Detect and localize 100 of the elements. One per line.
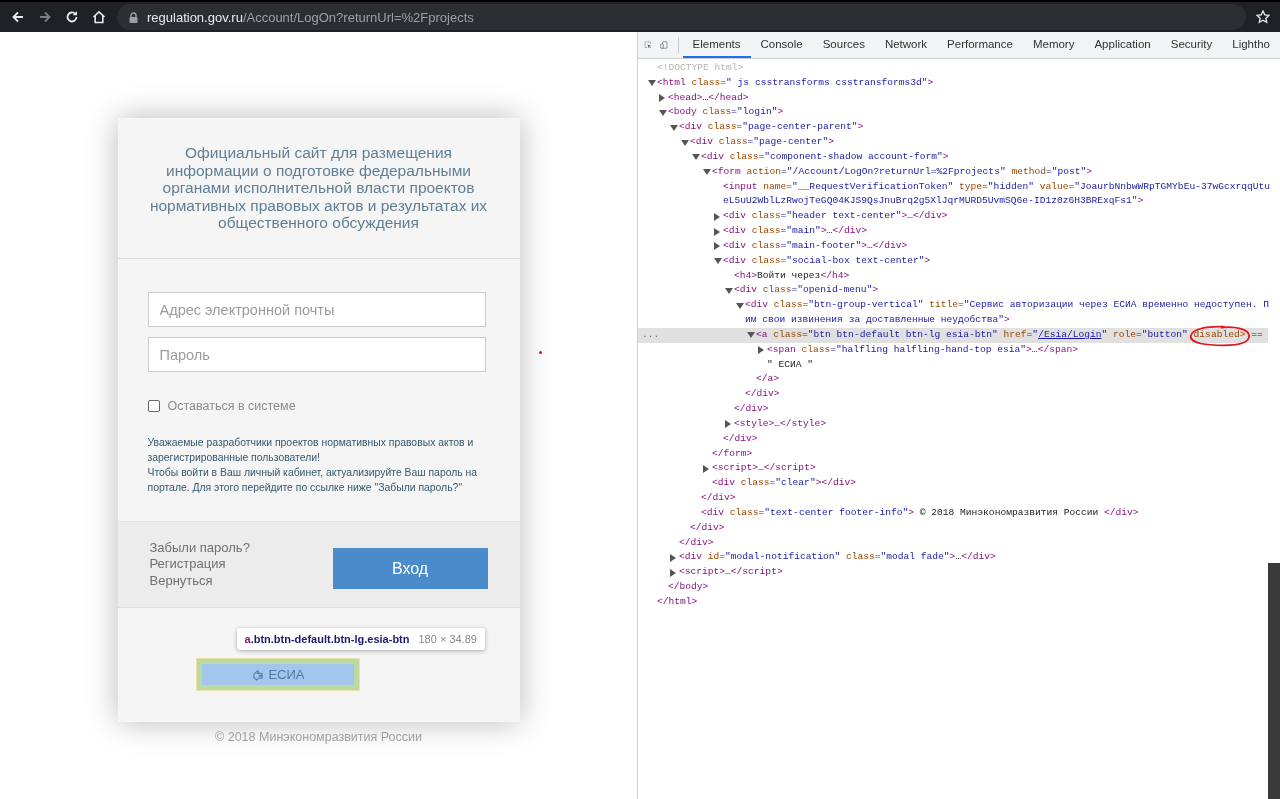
dom-row[interactable]: <div id="modal-notification" class="modal fade">…</div> [638,550,1268,566]
hand-icon [251,668,265,681]
dom-row[interactable]: <div class="main-footer">…</div> [638,238,1268,254]
code-line: " ЕСИА " [767,357,814,372]
email-field[interactable]: Адрес электронной почты [147,292,486,327]
right-triangle-icon[interactable] [703,464,709,473]
code-line: </div> [745,387,780,402]
dom-row[interactable]: <body class="login"> [638,105,1268,121]
dom-row[interactable]: <input name="__RequestVerificationToken" type="hidden" value="JoaurbNnbwWRpTGMYbEu-37wGcxrqqUtu [638,179,1268,195]
devtools-tab[interactable]: Application [1084,32,1161,58]
link[interactable]: Регистрация [149,556,250,573]
devtools-tab[interactable]: Console [750,32,813,58]
right-triangle-icon[interactable] [659,94,665,103]
code-line: </a> [756,372,780,387]
right-triangle-icon[interactable] [670,553,676,562]
code-line: </div> [701,491,736,505]
dom-row[interactable]: <div class="clear"></div> [638,476,1268,491]
code-line: <input name="__RequestVerificationToken" type="hidden" value="JoaurbNnbwWRpTGMYbEu-37wGcxrqqUtu [723,179,1270,194]
devtools-tab[interactable]: Memory [1022,32,1085,58]
code-line: <div class="header text-center">…</div> [723,209,948,224]
code-line: <style>…</style> [734,416,827,431]
bookmark-star-icon[interactable] [1256,10,1270,24]
dot-mark [539,351,542,354]
scrollbar-thumb[interactable] [1268,563,1280,799]
dom-row[interactable]: <div class="main">…</div> [638,224,1268,239]
devtools-tab[interactable]: Sources [812,32,875,58]
code-line: <head>…</head> [668,90,749,105]
tooltip-selector: a.btn.btn-default.btn-lg.esia-btn [244,633,410,645]
devtools-tab[interactable]: Elements [682,32,751,58]
right-triangle-icon[interactable] [714,212,720,221]
address-bar[interactable]: regulation.gov.ru/Account/LogOn?returnUrl=%2Fprojects [117,4,1246,30]
dom-row[interactable]: <form action="/Account/LogOn?returnUrl=%2Fprojects" method="post"> [638,164,1268,180]
reload-icon[interactable] [64,9,80,25]
copyright-text: © 2018 Минэкономразвития России [215,730,422,744]
code-line: <!DOCTYPE html> [657,61,744,75]
notice-text: Чтобы войти в Ваш личный кабинет, актуализируйте Ваш пароль на портале. Для этого перейдите по ссылке ниже "Забыли пароль?" [147,466,479,495]
dom-row[interactable]: <h4>Войти через</h4> [638,268,1268,284]
right-triangle-icon[interactable] [714,242,720,251]
code-line: <body class="login"> [668,105,784,120]
row-marker: ... [642,327,660,342]
dom-row[interactable]: <div class="header text-center">…</div> [638,209,1268,225]
dom-row[interactable]: <span class="halfling halfling-hand-top esia">…</span> [638,342,1268,358]
down-triangle-icon[interactable] [681,139,689,146]
code-line: <a class="btn btn-default btn-lg esia-btn" href="/Esia/Login" role="button" disabled> == [756,327,1263,343]
right-triangle-icon[interactable] [758,346,764,355]
dom-row[interactable]: <div class="text-center footer-info"> © 2018 Минэкономразвития России </div> [638,505,1268,521]
code-line: <div class="clear"></div> [712,476,856,491]
back-icon[interactable] [10,9,26,25]
dom-row[interactable]: <style>…</style> [638,416,1268,432]
code-line: <div class="main-footer">…</div> [723,238,908,253]
dom-row[interactable]: <div class="social-box text-center"> [638,253,1268,269]
code-line: <h4>Войти через</h4> [734,268,850,283]
code-line: <script>…</script> [712,461,816,476]
password-field[interactable]: Пароль [147,337,486,372]
code-line: <div class="main">…</div> [723,224,867,239]
dom-row[interactable]: <div class="page-center"> [638,135,1268,150]
devtools-tab[interactable]: Security [1160,32,1223,58]
dom-row[interactable]: <div class="component-shadow account-form"> [638,149,1268,165]
dom-row[interactable]: <div class="btn-group-vertical" title="Сервис авторизации через ЕСИА временно недоступен. П [638,298,1268,314]
devtools-tab[interactable]: Lightho [1222,32,1280,58]
home-icon[interactable] [91,9,107,25]
code-line: <div id="modal-notification" class="modal fade">…</div> [679,550,996,565]
code-line: </body> [668,580,709,594]
down-triangle-icon[interactable] [703,169,711,176]
dom-row[interactable]: <div class="page-center-parent"> [638,120,1268,136]
down-triangle-icon[interactable] [659,109,667,116]
lock-icon [129,11,138,23]
dom-row[interactable]: <script>…</script> [638,565,1268,580]
code-link[interactable]: /Esia/Login [1038,328,1102,340]
down-triangle-icon[interactable] [736,302,744,309]
devtools-tab[interactable]: Network [874,32,938,58]
code-line: <div class="text-center footer-info"> © 2018 Минэкономразвития России </div> [701,505,1139,520]
devtools-tab[interactable]: Performance [937,32,1023,58]
down-triangle-icon[interactable] [725,287,733,294]
checkbox[interactable] [147,400,160,412]
code-line: <div class="page-center-parent"> [679,120,864,135]
down-triangle-icon[interactable] [714,258,722,265]
code-line: </html> [657,594,698,609]
right-triangle-icon[interactable] [725,420,731,429]
code-line: <form action="/Account/LogOn?returnUrl=%2Fprojects" method="post"> [712,164,1093,179]
dom-row[interactable]: <div class="openid-menu"> [638,283,1268,299]
code-line: <div class="btn-group-vertical" title="Сервис авторизации через ЕСИА временно недоступен. П [745,298,1269,313]
right-triangle-icon[interactable] [670,568,676,577]
link[interactable]: Вернуться [149,572,250,590]
dom-row[interactable]: <script>…</script> [638,461,1268,477]
dom-row[interactable]: <html class=" js csstransforms csstransforms3d"> [638,75,1268,91]
link[interactable]: Забыли пароль? [149,539,250,557]
dom-row[interactable]: " ЕСИА " [638,357,1268,373]
code-line: <div class="social-box text-center"> [723,253,931,268]
code-line: </div> [723,431,758,446]
dom-row[interactable]: <head>…</head> [638,90,1268,106]
login-button[interactable]: Вход [332,548,488,589]
down-triangle-icon[interactable] [747,332,755,339]
down-triangle-icon[interactable] [670,124,678,131]
code-line: <span class="halfling halfling-hand-top esia">…</span> [767,342,1078,357]
down-triangle-icon[interactable] [648,80,656,87]
tooltip-size: 180 × 34.89 [418,633,477,645]
right-triangle-icon[interactable] [714,227,720,236]
code-line: </div> [690,520,725,535]
down-triangle-icon[interactable] [692,154,700,161]
